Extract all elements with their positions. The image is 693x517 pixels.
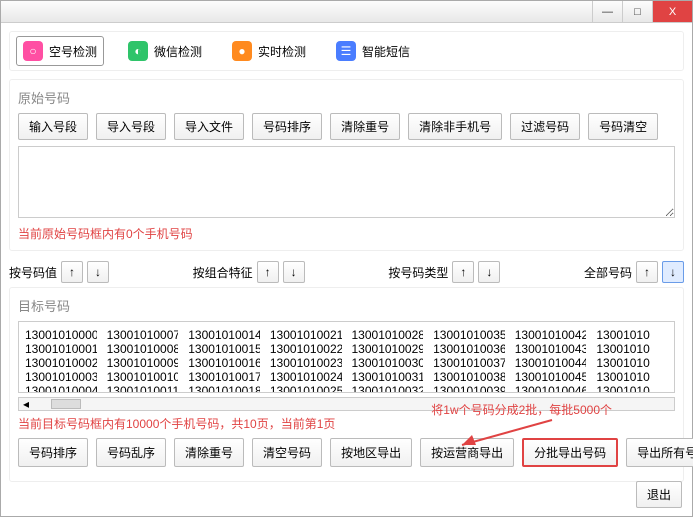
- sort-by-value-label: 按号码值: [9, 264, 57, 281]
- target-toolbar: 号码排序 号码乱序 清除重号 清空号码 按地区导出 按运营商导出 分批导出号码 …: [18, 438, 675, 467]
- export-all-button[interactable]: 导出所有号码: [626, 438, 693, 467]
- tab-label: 微信检测: [154, 43, 202, 60]
- remove-dup-button[interactable]: 清除重号: [174, 438, 244, 467]
- list-item[interactable]: 13001010046: [515, 384, 587, 393]
- source-textarea[interactable]: [18, 146, 675, 218]
- exit-button[interactable]: 退出: [636, 481, 682, 508]
- list-item[interactable]: 13001010036: [433, 342, 505, 356]
- list-item[interactable]: 13001010045: [515, 370, 587, 384]
- list-item[interactable]: 13001010043: [515, 342, 587, 356]
- sort-numbers-button[interactable]: 号码排序: [252, 113, 322, 140]
- target-listbox[interactable]: 1300101000013001010007130010100141300101…: [18, 321, 675, 393]
- import-segment-button[interactable]: 导入号段: [96, 113, 166, 140]
- source-toolbar: 输入号段 导入号段 导入文件 号码排序 清除重号 清除非手机号 过滤号码 号码清…: [18, 113, 675, 140]
- list-item[interactable]: 13001010035: [433, 328, 505, 342]
- list-item[interactable]: 13001010016: [188, 356, 260, 370]
- list-item[interactable]: 13001010042: [515, 328, 587, 342]
- list-item[interactable]: 13001010037: [433, 356, 505, 370]
- list-item[interactable]: 13001010028: [352, 328, 424, 342]
- scrollbar-thumb[interactable]: [51, 399, 81, 409]
- circle-icon: ○: [23, 41, 43, 61]
- titlebar: — □ X: [1, 1, 692, 23]
- list-item[interactable]: 13001010014: [188, 328, 260, 342]
- source-panel: 原始号码 输入号段 导入号段 导入文件 号码排序 清除重号 清除非手机号 过滤号…: [9, 79, 684, 251]
- list-item[interactable]: 13001010000: [25, 328, 97, 342]
- tab-realtime-detect[interactable]: ● 实时检测: [226, 36, 312, 66]
- tab-smart-sms[interactable]: ☰ 智能短信: [330, 36, 416, 66]
- sort-asc-button[interactable]: ↑: [452, 261, 474, 283]
- sort-by-type-label: 按号码类型: [388, 264, 448, 281]
- shuffle-button[interactable]: 号码乱序: [96, 438, 166, 467]
- list-item[interactable]: 13001010: [596, 342, 668, 356]
- list-item[interactable]: 13001010038: [433, 370, 505, 384]
- tab-empty-detect[interactable]: ○ 空号检测: [16, 36, 104, 66]
- sort-asc-button[interactable]: ↑: [61, 261, 83, 283]
- close-button[interactable]: X: [652, 1, 692, 22]
- sms-icon: ☰: [336, 41, 356, 61]
- tab-wechat-detect[interactable]: ◐ 微信检测: [122, 36, 208, 66]
- list-item[interactable]: 13001010032: [352, 384, 424, 393]
- list-item[interactable]: 13001010002: [25, 356, 97, 370]
- remove-nonmobile-button[interactable]: 清除非手机号: [408, 113, 502, 140]
- list-item[interactable]: 13001010029: [352, 342, 424, 356]
- tab-label: 空号检测: [49, 43, 97, 60]
- list-item[interactable]: 13001010031: [352, 370, 424, 384]
- list-item[interactable]: 13001010018: [188, 384, 260, 393]
- panel-title: 目标号码: [18, 296, 675, 315]
- list-item[interactable]: 13001010044: [515, 356, 587, 370]
- target-status: 当前目标号码框内有10000个手机号码，共10页，当前第1页: [18, 415, 675, 432]
- sort-desc-button[interactable]: ↓: [87, 261, 109, 283]
- tab-label: 实时检测: [258, 43, 306, 60]
- list-item[interactable]: 13001010001: [25, 342, 97, 356]
- list-item[interactable]: 13001010021: [270, 328, 342, 342]
- sort-desc-button[interactable]: ↓: [283, 261, 305, 283]
- export-batch-button[interactable]: 分批导出号码: [522, 438, 618, 467]
- sort-by-feature-label: 按组合特征: [193, 264, 253, 281]
- target-panel: 目标号码 13001010000130010100071300101001413…: [9, 287, 684, 482]
- list-item[interactable]: 13001010023: [270, 356, 342, 370]
- source-status: 当前原始号码框内有0个手机号码: [18, 225, 675, 242]
- clear-button[interactable]: 清空号码: [252, 438, 322, 467]
- tab-bar: ○ 空号检测 ◐ 微信检测 ● 实时检测 ☰ 智能短信: [9, 31, 684, 71]
- list-item[interactable]: 13001010030: [352, 356, 424, 370]
- sort-asc-button[interactable]: ↑: [257, 261, 279, 283]
- list-item[interactable]: 13001010008: [107, 342, 179, 356]
- list-item[interactable]: 13001010004: [25, 384, 97, 393]
- maximize-button[interactable]: □: [622, 1, 652, 22]
- sort-row: 按号码值 ↑ ↓ 按组合特征 ↑ ↓ 按号码类型 ↑ ↓ 全部号码 ↑ ↓: [9, 257, 684, 287]
- list-item[interactable]: 13001010011: [107, 384, 179, 393]
- filter-numbers-button[interactable]: 过滤号码: [510, 113, 580, 140]
- sort-button[interactable]: 号码排序: [18, 438, 88, 467]
- import-file-button[interactable]: 导入文件: [174, 113, 244, 140]
- sort-desc-button[interactable]: ↓: [478, 261, 500, 283]
- remove-dup-button[interactable]: 清除重号: [330, 113, 400, 140]
- list-item[interactable]: 13001010: [596, 384, 668, 393]
- list-item[interactable]: 13001010015: [188, 342, 260, 356]
- tab-label: 智能短信: [362, 43, 410, 60]
- dot-icon: ●: [232, 41, 252, 61]
- list-item[interactable]: 13001010022: [270, 342, 342, 356]
- list-item[interactable]: 13001010003: [25, 370, 97, 384]
- list-item[interactable]: 13001010024: [270, 370, 342, 384]
- horizontal-scrollbar[interactable]: ◂: [18, 397, 675, 411]
- sort-desc-button[interactable]: ↓: [662, 261, 684, 283]
- list-item[interactable]: 13001010: [596, 328, 668, 342]
- list-item[interactable]: 13001010017: [188, 370, 260, 384]
- export-by-carrier-button[interactable]: 按运营商导出: [420, 438, 514, 467]
- list-item[interactable]: 13001010: [596, 356, 668, 370]
- list-item[interactable]: 13001010025: [270, 384, 342, 393]
- list-item[interactable]: 13001010009: [107, 356, 179, 370]
- list-item[interactable]: 13001010007: [107, 328, 179, 342]
- list-item[interactable]: 13001010039: [433, 384, 505, 393]
- list-item[interactable]: 13001010: [596, 370, 668, 384]
- export-by-region-button[interactable]: 按地区导出: [330, 438, 412, 467]
- list-item[interactable]: 13001010010: [107, 370, 179, 384]
- panel-title: 原始号码: [18, 88, 675, 107]
- input-segment-button[interactable]: 输入号段: [18, 113, 88, 140]
- sort-asc-button[interactable]: ↑: [636, 261, 658, 283]
- wechat-icon: ◐: [128, 41, 148, 61]
- all-numbers-label: 全部号码: [584, 264, 632, 281]
- clear-numbers-button[interactable]: 号码清空: [588, 113, 658, 140]
- minimize-button[interactable]: —: [592, 1, 622, 22]
